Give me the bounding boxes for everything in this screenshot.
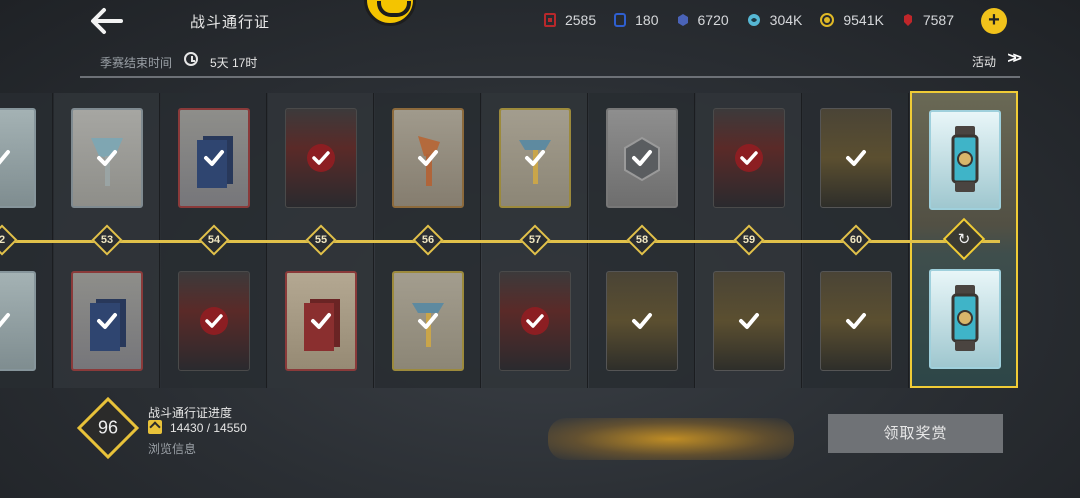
reward-card-comic[interactable] [820, 108, 892, 208]
rank-chevron-icon [148, 420, 162, 434]
check-icon [201, 145, 227, 171]
level-number: 55 [314, 234, 328, 246]
season-time: 5天 17时 [210, 56, 258, 70]
check-icon [0, 145, 13, 171]
reward-card-capsule[interactable] [929, 110, 1001, 210]
clock-icon [184, 52, 198, 66]
gold-coin-icon [820, 13, 835, 27]
reward-card-key[interactable] [392, 108, 464, 208]
check-icon [307, 144, 335, 172]
add-currency-button[interactable]: + [981, 8, 1007, 34]
reward-card-jar[interactable] [0, 271, 36, 371]
check-icon [843, 145, 869, 171]
check-icon [522, 145, 548, 171]
level-number: 56 [421, 234, 435, 246]
reward-card-poster[interactable] [285, 108, 357, 208]
battle-pass-level: 96 [97, 417, 119, 438]
progress-title: 战斗通行证进度 [148, 406, 233, 420]
check-icon [521, 307, 549, 335]
top-bar: 战斗通行证 2585 180 6720 304K 9541K 7587 + [0, 0, 1080, 42]
reward-card-poster[interactable] [713, 108, 785, 208]
currency-blue-hex: 6720 [677, 12, 729, 28]
check-icon [843, 308, 869, 334]
check-icon [415, 145, 441, 171]
activity-link[interactable]: 活动 [972, 53, 996, 70]
currency-value: 180 [635, 12, 659, 28]
level-number: 2 [0, 234, 6, 246]
check-icon [200, 307, 228, 335]
currency-value: 2585 [564, 12, 597, 28]
level-number: 54 [207, 234, 221, 246]
currency-value: 304K [769, 12, 803, 28]
progress-value: 14430 / 14550 [170, 421, 247, 435]
red-gem-icon [903, 14, 912, 26]
currency-value: 7587 [922, 12, 954, 28]
check-icon [0, 308, 13, 334]
reward-card-cards[interactable] [285, 271, 357, 371]
double-chevron-right-icon[interactable]: >> [1007, 50, 1022, 68]
capsule-icon [951, 126, 979, 192]
cyan-swirl-icon [747, 14, 760, 26]
check-icon [308, 308, 334, 334]
currency-gold-coin: 9541K [820, 12, 884, 28]
currency-bar: 2585 180 6720 304K 9541K 7587 [526, 12, 954, 28]
reward-card-comic[interactable] [713, 271, 785, 371]
reward-card-hex[interactable] [606, 108, 678, 208]
claim-reward-button[interactable]: 领取奖赏 [828, 414, 1003, 453]
level-number: 58 [635, 234, 649, 246]
level-number: 59 [742, 234, 756, 246]
reward-card-comic[interactable] [820, 271, 892, 371]
reward-card-cards[interactable] [178, 108, 250, 208]
level-number: 53 [100, 234, 114, 246]
back-arrow-icon[interactable] [88, 6, 126, 36]
check-icon [735, 144, 763, 172]
currency-value: 6720 [697, 12, 729, 28]
reward-card-comic[interactable] [606, 271, 678, 371]
reward-card-poster[interactable] [499, 271, 571, 371]
check-icon [736, 308, 762, 334]
blue-card-icon [614, 13, 627, 27]
reward-card-jar[interactable] [0, 108, 36, 208]
browse-info-link[interactable]: 浏览信息 [148, 440, 196, 457]
currency-value: 9541K [843, 12, 884, 28]
game-emblem-icon [364, 0, 416, 26]
page-title: 战斗通行证 [190, 14, 271, 31]
glow-effect [548, 418, 794, 460]
check-icon [629, 308, 655, 334]
red-ticket-icon [543, 13, 556, 27]
currency-red-ticket: 2585 [543, 12, 597, 28]
reward-card-key[interactable] [499, 108, 571, 208]
refresh-icon: ↻ [957, 231, 971, 248]
blue-hex-icon [677, 14, 688, 26]
capsule-icon [951, 285, 979, 351]
reward-card-key[interactable] [392, 271, 464, 371]
check-icon [415, 308, 441, 334]
reward-card-poster[interactable] [178, 271, 250, 371]
reward-card-key[interactable] [71, 108, 143, 208]
level-number: 60 [849, 234, 863, 246]
season-end-label: 季赛结束时间 [100, 56, 173, 70]
currency-cyan-swirl: 304K [747, 12, 803, 28]
check-icon [629, 145, 655, 171]
check-icon [94, 308, 120, 334]
currency-blue-card: 180 [614, 12, 659, 28]
level-number: 57 [528, 234, 542, 246]
season-bar: 季赛结束时间 5天 17时 活动 >> [80, 48, 1022, 78]
check-icon [94, 145, 120, 171]
battle-pass-level-badge: 96 [76, 396, 140, 460]
reward-card-cards[interactable] [71, 271, 143, 371]
reward-card-capsule[interactable] [929, 269, 1001, 369]
currency-red-gem: 7587 [902, 12, 954, 28]
